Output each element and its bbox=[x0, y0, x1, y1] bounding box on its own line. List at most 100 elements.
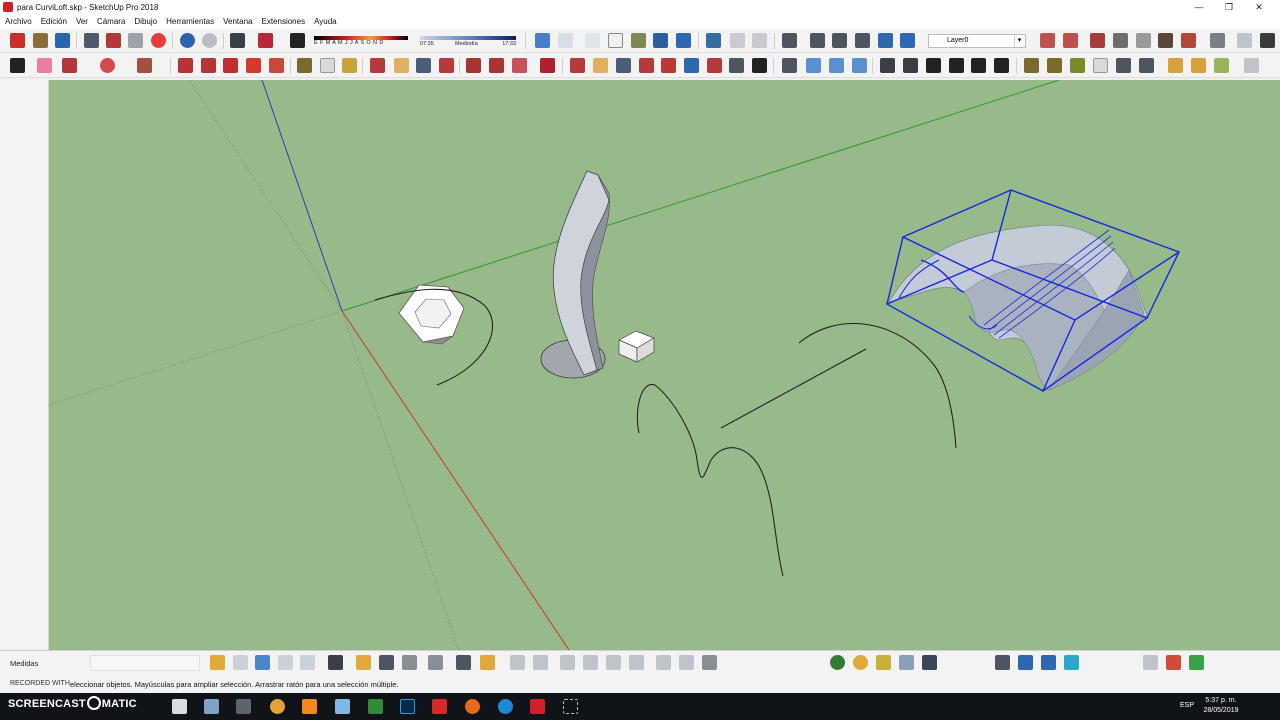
extension-icon[interactable] bbox=[1237, 33, 1252, 48]
solid-c-icon[interactable] bbox=[1214, 58, 1229, 73]
arc-icon[interactable] bbox=[100, 58, 115, 73]
flip-edge-icon[interactable] bbox=[1181, 33, 1196, 48]
time-slider[interactable]: 07:35 Mediodía 17:33 bbox=[420, 36, 516, 48]
component-a-icon[interactable] bbox=[466, 58, 481, 73]
component-c-icon[interactable] bbox=[512, 58, 527, 73]
pan-b-icon[interactable] bbox=[593, 58, 608, 73]
move-icon[interactable] bbox=[223, 58, 238, 73]
pan-icon[interactable] bbox=[394, 58, 409, 73]
zoom-extents-b-icon[interactable] bbox=[661, 58, 676, 73]
monitor-icon[interactable] bbox=[1018, 655, 1033, 670]
media-icon[interactable] bbox=[236, 699, 251, 714]
back-edges-icon[interactable] bbox=[730, 33, 745, 48]
house-a-icon[interactable] bbox=[880, 58, 895, 73]
orbit-b-icon[interactable] bbox=[570, 58, 585, 73]
iso-view-icon[interactable] bbox=[535, 33, 550, 48]
wavy-curve[interactable] bbox=[636, 384, 784, 577]
paste-icon[interactable] bbox=[128, 33, 143, 48]
snipping-icon[interactable] bbox=[563, 699, 578, 714]
brush-icon[interactable] bbox=[876, 655, 891, 670]
house-e-icon[interactable] bbox=[971, 58, 986, 73]
layout-e-icon[interactable] bbox=[583, 655, 598, 670]
menu-ayuda[interactable]: Ayuda bbox=[314, 17, 337, 26]
view-a-icon[interactable] bbox=[806, 58, 821, 73]
save-icon[interactable] bbox=[55, 33, 70, 48]
language-indicator[interactable]: ESP bbox=[1180, 702, 1194, 709]
walk-icon[interactable] bbox=[752, 58, 767, 73]
view-c-icon[interactable] bbox=[852, 58, 867, 73]
month-slider[interactable]: E F M A M J J A S O N D bbox=[314, 36, 408, 46]
menu-ver[interactable]: Ver bbox=[76, 17, 88, 26]
minimize-button[interactable]: — bbox=[1184, 0, 1214, 14]
drape-icon[interactable] bbox=[1158, 33, 1173, 48]
scale-icon[interactable] bbox=[269, 58, 284, 73]
photo-icon[interactable] bbox=[278, 655, 293, 670]
protractor-icon[interactable] bbox=[1070, 58, 1085, 73]
close-button[interactable]: ✕ bbox=[1244, 0, 1274, 14]
menu-extensiones[interactable]: Extensiones bbox=[261, 17, 305, 26]
style-a-icon[interactable] bbox=[878, 33, 893, 48]
ie-icon[interactable] bbox=[498, 699, 513, 714]
menu-archivo[interactable]: Archivo bbox=[5, 17, 32, 26]
menu-camara[interactable]: Cámara bbox=[97, 17, 125, 26]
follow-me-icon[interactable] bbox=[201, 58, 216, 73]
sound-icon[interactable] bbox=[402, 655, 417, 670]
shield-icon[interactable] bbox=[1143, 655, 1158, 670]
undo-icon[interactable] bbox=[180, 33, 195, 48]
layout-d-icon[interactable] bbox=[560, 655, 575, 670]
line-pencil-icon[interactable] bbox=[62, 58, 77, 73]
layout-i-icon[interactable] bbox=[679, 655, 694, 670]
tape-b-icon[interactable] bbox=[1024, 58, 1039, 73]
paint-bucket-icon[interactable] bbox=[342, 58, 357, 73]
layout-a-icon[interactable] bbox=[456, 655, 471, 670]
render-icon[interactable] bbox=[899, 655, 914, 670]
text-b-icon[interactable] bbox=[1093, 58, 1108, 73]
select-arrow-icon[interactable] bbox=[10, 58, 25, 73]
axes-icon[interactable] bbox=[782, 58, 797, 73]
arc-curve-right[interactable] bbox=[798, 323, 957, 449]
position-camera-icon[interactable] bbox=[707, 58, 722, 73]
shaded-textures-icon[interactable] bbox=[832, 33, 847, 48]
section-cut-icon[interactable] bbox=[1063, 33, 1078, 48]
sketchup-taskbar-icon[interactable] bbox=[530, 699, 545, 714]
maximize-button[interactable]: ❐ bbox=[1214, 0, 1244, 14]
layout-b-icon[interactable] bbox=[510, 655, 525, 670]
acrobat-icon[interactable] bbox=[432, 699, 447, 714]
shaded-icon[interactable] bbox=[810, 33, 825, 48]
camera-icon[interactable] bbox=[300, 655, 315, 670]
menu-ventana[interactable]: Ventana bbox=[223, 17, 252, 26]
top-view-icon[interactable] bbox=[558, 33, 573, 48]
chrome-icon[interactable] bbox=[270, 699, 285, 714]
push-pull-icon[interactable] bbox=[178, 58, 193, 73]
cut-icon[interactable] bbox=[84, 33, 99, 48]
zoom-extents-icon[interactable] bbox=[439, 58, 454, 73]
back-view-icon[interactable] bbox=[631, 33, 646, 48]
layout-f-icon[interactable] bbox=[606, 655, 621, 670]
xray-icon[interactable] bbox=[706, 33, 721, 48]
small-box[interactable] bbox=[618, 330, 655, 363]
clock[interactable]: 5:37 p. m. 28/05/2019 bbox=[1200, 696, 1242, 716]
target-icon[interactable] bbox=[1064, 655, 1079, 670]
tape-measure-icon[interactable] bbox=[297, 58, 312, 73]
solid-b-icon[interactable] bbox=[1191, 58, 1206, 73]
recycle-icon[interactable] bbox=[1189, 655, 1204, 670]
binoculars-icon[interactable] bbox=[922, 655, 937, 670]
erase-selection-icon[interactable] bbox=[151, 33, 166, 48]
layout-c-icon[interactable] bbox=[533, 655, 548, 670]
export-icon[interactable] bbox=[255, 655, 270, 670]
dimension-icon[interactable] bbox=[1047, 58, 1062, 73]
menu-edicion[interactable]: Edición bbox=[41, 17, 67, 26]
section-plane-icon[interactable] bbox=[1040, 33, 1055, 48]
rectangle-icon[interactable] bbox=[137, 58, 152, 73]
settings-sliders-icon[interactable] bbox=[428, 655, 443, 670]
twisted-column[interactable] bbox=[540, 170, 610, 379]
eraser-icon[interactable] bbox=[37, 58, 52, 73]
house-d-icon[interactable] bbox=[949, 58, 964, 73]
zoom-window-icon[interactable] bbox=[639, 58, 654, 73]
redo-icon[interactable] bbox=[202, 33, 217, 48]
toolbar-c-icon[interactable] bbox=[995, 655, 1010, 670]
right-view-icon[interactable] bbox=[608, 33, 623, 48]
scene-canvas[interactable] bbox=[49, 80, 1280, 650]
component-b-icon[interactable] bbox=[489, 58, 504, 73]
solid-a-icon[interactable] bbox=[1168, 58, 1183, 73]
